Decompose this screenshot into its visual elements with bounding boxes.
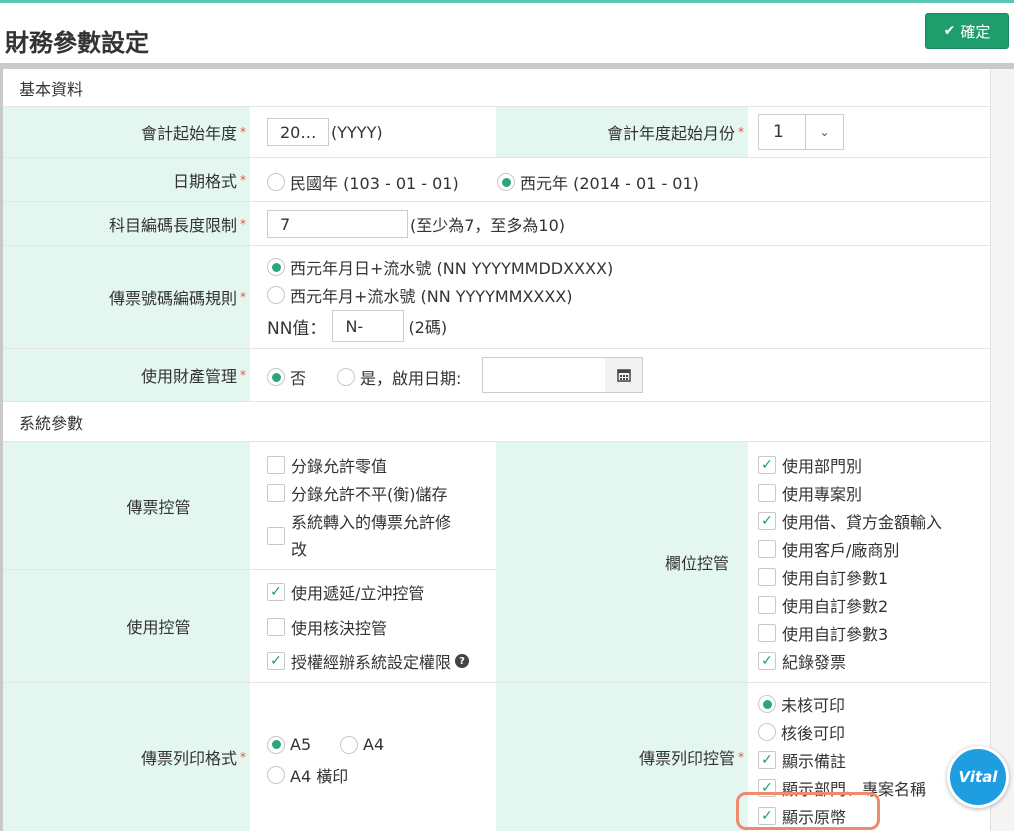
check-icon: ✔ bbox=[943, 23, 956, 39]
print-format-option-a5[interactable]: A5 bbox=[267, 735, 311, 754]
checkbox-icon bbox=[758, 596, 776, 614]
field-control-item-2[interactable]: 使用專案別 bbox=[758, 481, 862, 505]
property-option-no[interactable]: 否 bbox=[267, 365, 306, 389]
print-format-option-a4[interactable]: A4 bbox=[340, 735, 384, 754]
print-control-radio-2[interactable]: 核後可印 bbox=[758, 720, 845, 744]
radio-icon bbox=[340, 735, 358, 754]
section-system: 系統參數 bbox=[3, 402, 990, 442]
highlight-box bbox=[736, 792, 880, 830]
nn-label: NN值： bbox=[267, 318, 327, 339]
voucher-rule-label: 傳票號碼編碼規則 * bbox=[3, 246, 250, 348]
field-control-item-8[interactable]: ✓ 紀錄發票 bbox=[758, 649, 846, 673]
field-control-item-5[interactable]: 使用自訂參數1 bbox=[758, 565, 888, 589]
radio-icon bbox=[758, 723, 776, 741]
date-format-option-1[interactable]: 民國年 (103 - 01 - 01) bbox=[267, 170, 459, 194]
checkmark-icon: ✓ bbox=[758, 456, 776, 474]
radio-icon bbox=[337, 368, 355, 386]
field-control-label: 欄位控管 bbox=[496, 442, 748, 682]
confirm-button-label: 確定 bbox=[960, 22, 991, 41]
radio-selected-icon bbox=[497, 173, 515, 191]
row-date-format: 日期格式 * 民國年 (103 - 01 - 01) 西元年 (2014 - 01… bbox=[3, 158, 990, 202]
checkbox-icon bbox=[758, 624, 776, 642]
field-control-item-6[interactable]: 使用自訂參數2 bbox=[758, 593, 888, 617]
date-format-label: 日期格式 * bbox=[3, 158, 250, 201]
checkbox-icon bbox=[267, 484, 285, 502]
radio-selected-icon bbox=[267, 368, 285, 386]
voucher-control-item-2[interactable]: 分錄允許不平(衡)儲存 bbox=[267, 481, 448, 505]
print-control-label: 傳票列印控管 * bbox=[496, 683, 748, 831]
row-fiscal: 會計起始年度 * 20… (YYYY) 會計年度起始月份 * 1 ⌄ bbox=[3, 107, 990, 158]
scrollbar[interactable] bbox=[990, 69, 1014, 831]
code-length-input[interactable]: 7 bbox=[267, 210, 408, 238]
voucher-control-item-3[interactable]: 系統轉入的傳票允許修 改 bbox=[267, 509, 451, 563]
fiscal-month-select[interactable]: 1 ⌄ bbox=[758, 114, 844, 150]
use-control-item-3[interactable]: ✓ 授權經辦系統設定權限 ? bbox=[267, 649, 470, 673]
row-field-control: 欄位控管 ✓ 使用部門別 使用專案別 ✓ 使用借、貸方金額輸入 使用客戶/廠商別 使… bbox=[496, 442, 990, 683]
checkmark-icon: ✓ bbox=[758, 512, 776, 530]
radio-selected-icon bbox=[267, 258, 285, 276]
checkmark-icon: ✓ bbox=[758, 652, 776, 670]
row-voucher-control: 傳票控管 分錄允許零值 分錄允許不平(衡)儲存 系統轉入的傳票允許修 改 bbox=[3, 442, 496, 570]
date-format-option-2[interactable]: 西元年 (2014 - 01 - 01) bbox=[497, 170, 699, 194]
voucher-rule-option-1[interactable]: 西元年月日+流水號 (NN YYYYMMDDXXXX) bbox=[267, 255, 613, 279]
print-format-label: 傳票列印格式 * bbox=[3, 683, 250, 831]
radio-icon bbox=[267, 766, 285, 784]
checkbox-icon bbox=[758, 484, 776, 502]
field-control-item-3[interactable]: ✓ 使用借、貸方金額輸入 bbox=[758, 509, 942, 533]
fiscal-month-value: 1 bbox=[773, 122, 784, 142]
code-length-hint: (至少為7，至多為10) bbox=[410, 216, 566, 235]
checkbox-icon bbox=[267, 456, 285, 474]
row-voucher-rule: 傳票號碼編碼規則 * 西元年月日+流水號 (NN YYYYMMDDXXXX) 西元… bbox=[3, 246, 990, 349]
use-control-label: 使用控管 bbox=[3, 570, 250, 682]
checkbox-icon bbox=[758, 568, 776, 586]
row-code-length: 科目編碼長度限制 * 7 (至少為7，至多為10) bbox=[3, 202, 990, 246]
checkmark-icon: ✓ bbox=[267, 583, 285, 601]
start-date-input[interactable] bbox=[482, 357, 606, 393]
checkmark-icon: ✓ bbox=[267, 652, 285, 670]
help-icon[interactable]: ? bbox=[455, 654, 470, 668]
voucher-control-label: 傳票控管 bbox=[3, 442, 250, 569]
section-basic: 基本資料 bbox=[3, 69, 990, 107]
use-control-item-1[interactable]: ✓ 使用遞延/立沖控管 bbox=[267, 580, 424, 604]
print-control-radio-1[interactable]: 未核可印 bbox=[758, 692, 845, 716]
page-header: 財務參數設定 ✔ 確定 bbox=[0, 3, 1014, 64]
field-control-item-7[interactable]: 使用自訂參數3 bbox=[758, 621, 888, 645]
fiscal-year-input[interactable]: 20… bbox=[267, 118, 329, 146]
fiscal-year-label: 會計起始年度 * bbox=[3, 107, 250, 157]
radio-icon bbox=[267, 173, 285, 191]
checkmark-icon: ✓ bbox=[758, 751, 776, 769]
radio-selected-icon bbox=[267, 735, 285, 754]
property-option-yes[interactable]: 是，啟用日期: bbox=[337, 365, 461, 389]
print-control-check-1[interactable]: ✓ 顯示備註 bbox=[758, 748, 846, 772]
fiscal-year-suffix: (YYYY) bbox=[331, 122, 383, 142]
property-label: 使用財產管理 * bbox=[3, 349, 250, 401]
field-control-item-1[interactable]: ✓ 使用部門別 bbox=[758, 453, 862, 477]
voucher-rule-option-2[interactable]: 西元年月+流水號 (NN YYYYMMXXXX) bbox=[267, 283, 573, 307]
radio-icon bbox=[267, 286, 285, 304]
nn-hint: (2碼) bbox=[408, 318, 448, 337]
row-print-format: 傳票列印格式 * A5 A4 A4 橫印 bbox=[3, 683, 496, 831]
checkbox-icon bbox=[758, 540, 776, 558]
checkbox-icon bbox=[267, 618, 285, 636]
confirm-button[interactable]: ✔ 確定 bbox=[925, 13, 1009, 49]
page-title: 財務參數設定 bbox=[5, 29, 149, 57]
voucher-control-item-1[interactable]: 分錄允許零值 bbox=[267, 453, 387, 477]
code-length-label: 科目編碼長度限制 * bbox=[3, 202, 250, 245]
fiscal-month-label: 會計年度起始月份 * bbox=[496, 107, 748, 157]
nn-input[interactable]: N- bbox=[332, 310, 405, 342]
radio-selected-icon bbox=[758, 695, 776, 713]
chevron-down-icon: ⌄ bbox=[805, 115, 843, 149]
checkbox-icon bbox=[267, 527, 285, 545]
print-format-option-a4-landscape[interactable]: A4 橫印 bbox=[267, 763, 348, 787]
field-control-item-4[interactable]: 使用客戶/廠商別 bbox=[758, 537, 899, 561]
use-control-item-2[interactable]: 使用核決控管 bbox=[267, 615, 387, 639]
calendar-icon[interactable] bbox=[605, 357, 643, 393]
row-use-control: 使用控管 ✓ 使用遞延/立沖控管 使用核決控管 ✓ 授權經辦系統設定權限 ? bbox=[3, 570, 496, 683]
vital-chat-widget[interactable]: Vital bbox=[947, 746, 1009, 808]
